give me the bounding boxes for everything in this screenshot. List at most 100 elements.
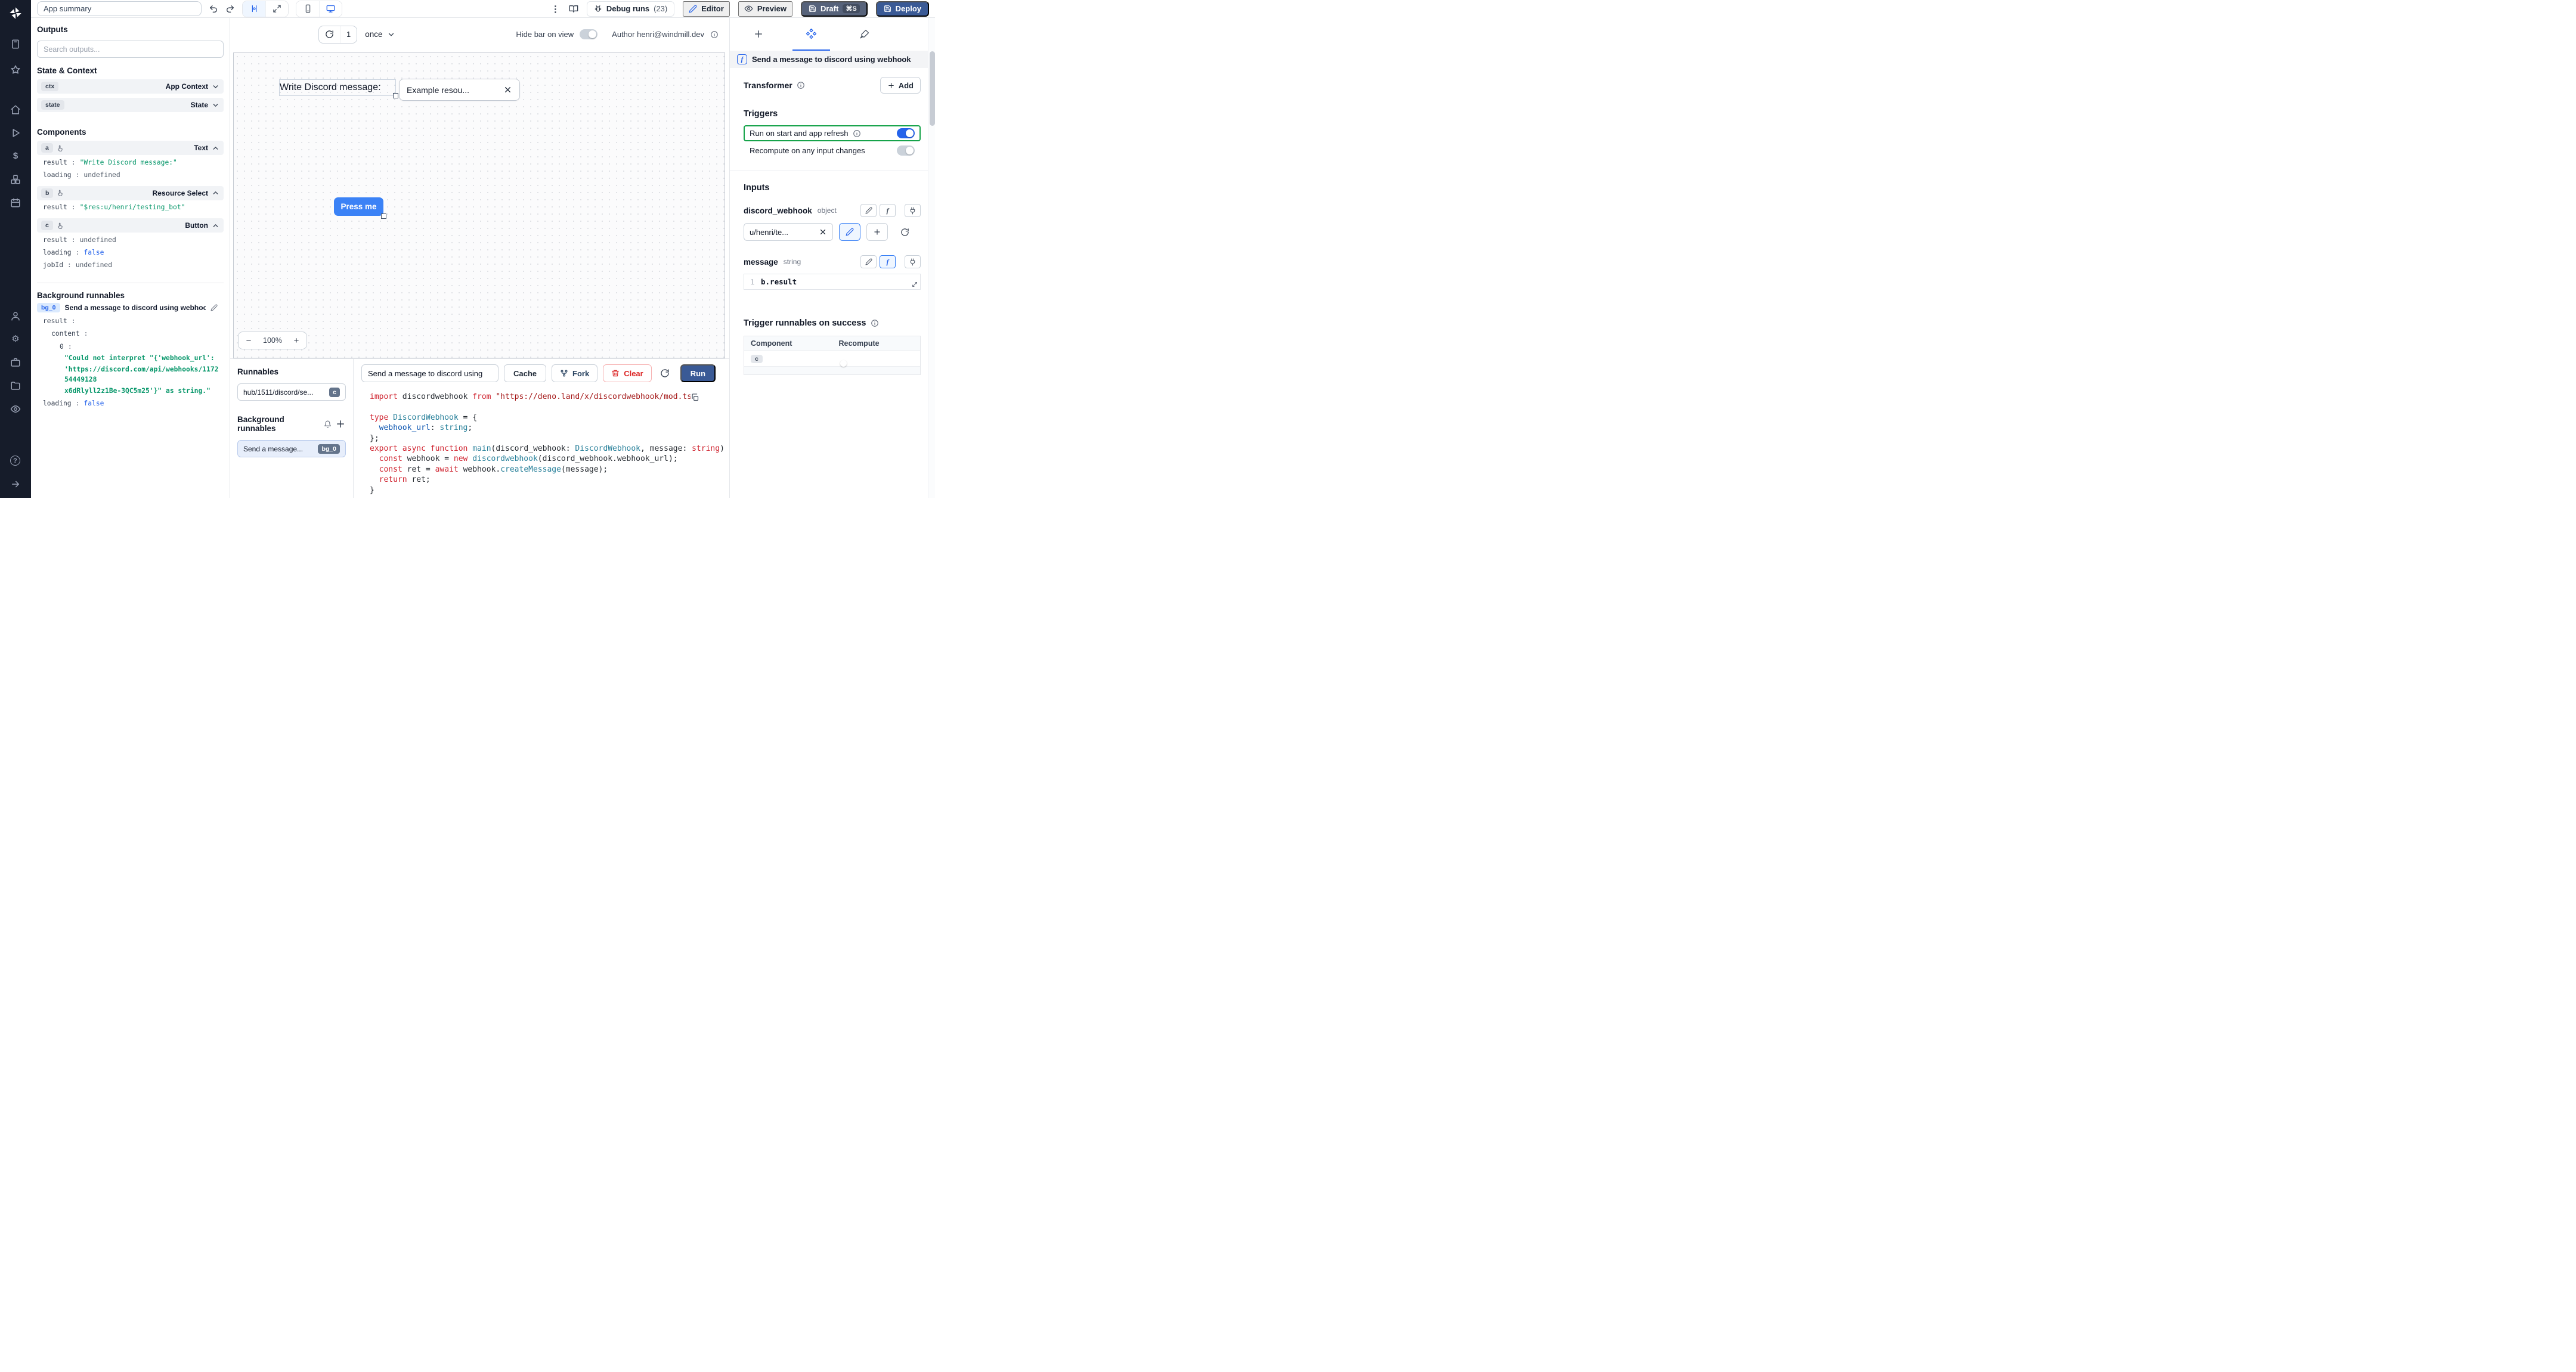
canvas-area: Write Discord message: Example resou... … xyxy=(230,51,729,358)
windmill-logo[interactable] xyxy=(8,5,23,21)
resize-handle[interactable] xyxy=(393,93,398,98)
outputs-title: Outputs xyxy=(37,25,68,34)
expression-editor[interactable]: 1 b.result xyxy=(744,274,921,290)
favorites-icon[interactable] xyxy=(10,64,21,75)
create-resource-button[interactable] xyxy=(866,223,888,241)
output-section-component-c[interactable]: c Button xyxy=(37,218,224,233)
zoom-in-button[interactable]: + xyxy=(286,332,306,349)
scrollbar-thumb[interactable] xyxy=(929,51,935,126)
schedules-icon[interactable] xyxy=(10,197,21,208)
output-error-string: 'https://discord.com/api/webhooks/117254… xyxy=(64,366,219,384)
input-webhook-controls: u/henri/te... xyxy=(744,223,921,241)
styling-tab[interactable] xyxy=(846,18,883,51)
component-settings-tab[interactable] xyxy=(792,18,830,51)
desktop-view-icon[interactable] xyxy=(319,1,342,17)
bg0-row[interactable]: bg_0 Send a message to discord using web… xyxy=(37,300,224,315)
input-name: message xyxy=(744,257,778,267)
button-component-label: Press me xyxy=(340,202,377,211)
resources-icon[interactable] xyxy=(10,174,21,185)
hand-pointer-icon xyxy=(57,144,64,152)
user-icon[interactable] xyxy=(10,311,21,321)
output-row: result: undefined xyxy=(43,236,116,244)
static-edit-icon[interactable] xyxy=(860,204,877,217)
run-button[interactable]: Run xyxy=(680,364,716,382)
workers-icon[interactable] xyxy=(10,357,21,368)
scrollbar-track[interactable] xyxy=(928,18,935,498)
output-row: content: xyxy=(51,330,88,338)
background-runnable-badge: bg_0 xyxy=(318,444,340,454)
background-runnable-item[interactable]: Send a message... bg_0 xyxy=(237,440,346,457)
editor-label: Editor xyxy=(701,4,724,13)
frequency-dropdown[interactable]: once xyxy=(365,30,395,39)
home-icon[interactable] xyxy=(10,104,21,115)
chevron-up-icon xyxy=(212,189,219,197)
button-component[interactable]: Press me xyxy=(334,197,386,219)
outline-toggle-icon[interactable] xyxy=(243,1,265,17)
app-summary-input[interactable] xyxy=(37,1,202,16)
expand-editor-icon[interactable] xyxy=(911,281,918,288)
component-b-type: Resource Select xyxy=(152,188,208,197)
add-background-runnable-icon[interactable] xyxy=(335,419,346,429)
add-transformer-button[interactable]: Add xyxy=(880,77,921,94)
resource-value-input[interactable]: u/henri/te... xyxy=(744,223,833,241)
redo-icon[interactable] xyxy=(225,4,235,14)
fullscreen-icon[interactable] xyxy=(265,1,288,17)
resize-handle[interactable] xyxy=(381,213,386,219)
script-tab[interactable]: Send a message to discord using xyxy=(361,364,499,382)
output-section-ctx[interactable]: ctx App Context xyxy=(37,79,224,94)
line-number: 1 xyxy=(750,277,755,286)
copy-code-icon[interactable] xyxy=(691,393,699,402)
clear-button[interactable]: Clear xyxy=(603,364,652,382)
background-runnables-section: Background runnables bg_0 Send a message… xyxy=(37,283,224,410)
refresh-count-group[interactable]: 1 xyxy=(318,25,358,44)
help-icon[interactable]: ? xyxy=(10,456,21,466)
eval-function-icon[interactable]: f xyxy=(880,204,896,217)
clear-resource-icon[interactable] xyxy=(819,228,827,236)
variables-icon[interactable]: $ xyxy=(10,151,21,162)
hide-bar-toggle[interactable] xyxy=(580,29,598,39)
edit-resource-button[interactable] xyxy=(839,223,860,241)
refresh-resources-button[interactable] xyxy=(894,223,915,241)
clear-selection-icon[interactable] xyxy=(503,85,512,94)
run-on-start-toggle[interactable] xyxy=(897,128,915,138)
output-section-component-a[interactable]: a Text xyxy=(37,141,224,155)
pencil-icon[interactable] xyxy=(210,304,218,311)
draft-button[interactable]: Draft ⌘S xyxy=(800,1,868,17)
preview-button[interactable]: Preview xyxy=(738,1,792,17)
apps-icon[interactable] xyxy=(10,39,21,49)
editor-button[interactable]: Editor xyxy=(683,1,730,17)
fork-button[interactable]: Fork xyxy=(552,364,598,382)
runs-icon[interactable] xyxy=(10,128,21,138)
insert-component-tab[interactable] xyxy=(739,18,777,51)
search-outputs-input[interactable] xyxy=(37,41,224,58)
deploy-save-icon xyxy=(884,5,891,13)
inputs-heading: Inputs xyxy=(744,183,770,193)
output-section-component-b[interactable]: b Resource Select xyxy=(37,185,224,200)
eval-function-icon[interactable]: f xyxy=(880,255,896,268)
connect-plug-icon[interactable] xyxy=(905,204,921,217)
zoom-out-button[interactable]: − xyxy=(239,332,259,349)
runnable-item[interactable]: hub/1511/discord/se... c xyxy=(237,383,346,401)
resource-select-component[interactable]: Example resou... xyxy=(399,79,520,101)
folders-icon[interactable] xyxy=(10,380,21,391)
cache-button[interactable]: Cache xyxy=(504,364,547,382)
recompute-toggle[interactable] xyxy=(897,145,915,156)
more-menu-icon[interactable]: ⋮ xyxy=(551,4,561,14)
selected-runnable-title: Send a message to discord using webhook xyxy=(752,55,911,64)
audit-eye-icon[interactable] xyxy=(10,404,21,414)
undo-icon[interactable] xyxy=(209,4,218,14)
static-edit-icon[interactable] xyxy=(860,255,877,268)
text-component[interactable]: Write Discord message: xyxy=(279,79,398,98)
code-editor[interactable]: import discordwebhook from "https://deno… xyxy=(354,385,729,498)
settings-gear-icon[interactable]: ⚙ xyxy=(10,334,21,345)
connect-plug-icon[interactable] xyxy=(905,255,921,268)
mobile-view-icon[interactable] xyxy=(296,1,319,17)
app-canvas[interactable]: Write Discord message: Example resou... … xyxy=(233,52,725,358)
docs-book-icon[interactable] xyxy=(569,4,578,14)
output-section-state[interactable]: state State xyxy=(37,98,224,112)
refresh-icon[interactable] xyxy=(660,368,670,378)
script-editor-panel: Send a message to discord using Cache Fo… xyxy=(354,359,729,498)
collapse-sidebar-icon[interactable] xyxy=(10,479,21,490)
deploy-button[interactable]: Deploy xyxy=(875,1,929,17)
debug-runs-button[interactable]: Debug runs (23) xyxy=(586,1,675,17)
